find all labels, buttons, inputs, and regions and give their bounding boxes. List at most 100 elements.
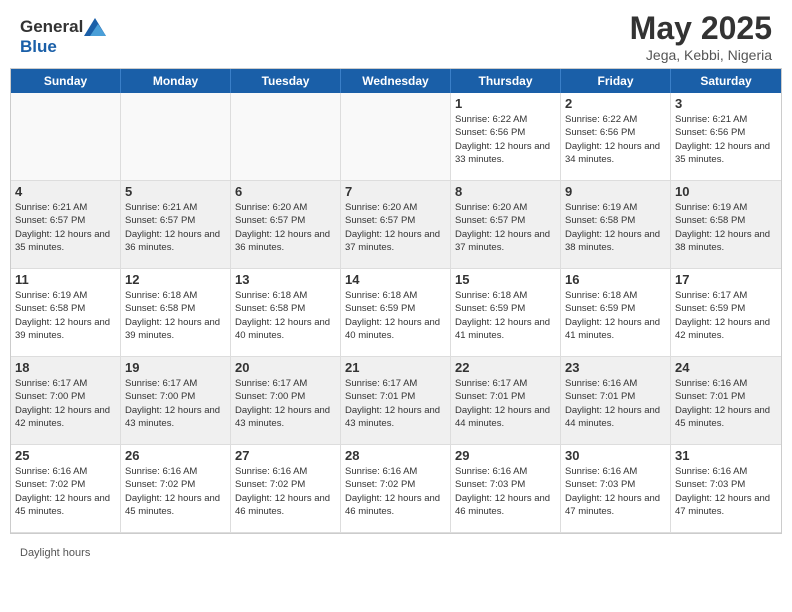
cell-info: Sunrise: 6:18 AM Sunset: 6:58 PM Dayligh… [125,289,226,342]
cell-info: Sunrise: 6:18 AM Sunset: 6:59 PM Dayligh… [565,289,666,342]
cell-info: Sunrise: 6:20 AM Sunset: 6:57 PM Dayligh… [455,201,556,254]
day-header-wednesday: Wednesday [341,69,451,93]
day-number: 20 [235,360,336,375]
day-number: 16 [565,272,666,287]
calendar-cell [11,93,121,181]
cell-info: Sunrise: 6:16 AM Sunset: 7:01 PM Dayligh… [565,377,666,430]
page-header: General Blue May 2025 Jega, Kebbi, Niger… [0,0,792,68]
cell-info: Sunrise: 6:16 AM Sunset: 7:02 PM Dayligh… [345,465,446,518]
calendar-cell: 9Sunrise: 6:19 AM Sunset: 6:58 PM Daylig… [561,181,671,269]
calendar-cell: 6 Sunrise: 6:20 AM Sunset: 6:57 PM Daylig… [231,181,341,269]
title-section: May 2025 Jega, Kebbi, Nigeria [630,10,772,63]
calendar-cell: 4 Sunrise: 6:21 AM Sunset: 6:57 PM Daylig… [11,181,121,269]
logo-text: General Blue [20,17,107,57]
logo-general: General [20,17,83,36]
cell-info: Sunrise: 6:16 AM Sunset: 7:02 PM Dayligh… [235,465,336,518]
calendar-cell: 18 Sunrise: 6:17 AM Sunset: 7:00 PM Dayli… [11,357,121,445]
day-number: 7 [345,184,446,199]
day-number: 24 [675,360,777,375]
calendar-cell: 25Sunrise: 6:16 AM Sunset: 7:02 PM Dayli… [11,445,121,533]
day-number: 21 [345,360,446,375]
cell-info: Sunrise: 6:22 AM Sunset: 6:56 PM Dayligh… [455,113,556,166]
cell-info: Sunrise: 6:16 AM Sunset: 7:02 PM Dayligh… [125,465,226,518]
calendar-cell: 16 Sunrise: 6:18 AM Sunset: 6:59 PM Dayli… [561,269,671,357]
footer: Daylight hours [0,539,792,565]
day-header-thursday: Thursday [451,69,561,93]
calendar-cell: 26 Sunrise: 6:16 AM Sunset: 7:02 PM Dayli… [121,445,231,533]
cell-info: Sunrise: 6:17 AM Sunset: 7:01 PM Dayligh… [345,377,446,430]
day-number: 19 [125,360,226,375]
day-number: 13 [235,272,336,287]
cell-info: Sunrise: 6:17 AM Sunset: 6:59 PM Dayligh… [675,289,777,342]
cell-info: Sunrise: 6:19 AM Sunset: 6:58 PM Dayligh… [565,201,666,254]
day-number: 23 [565,360,666,375]
calendar-cell: 21 Sunrise: 6:17 AM Sunset: 7:01 PM Dayli… [341,357,451,445]
day-number: 15 [455,272,556,287]
logo: General Blue [20,17,107,57]
day-number: 6 [235,184,336,199]
calendar-cell: 20 Sunrise: 6:17 AM Sunset: 7:00 PM Dayli… [231,357,341,445]
day-number: 31 [675,448,777,463]
calendar-cell: 3Sunrise: 6:21 AM Sunset: 6:56 PM Daylig… [671,93,781,181]
day-number: 1 [455,96,556,111]
day-headers: SundayMondayTuesdayWednesdayThursdayFrid… [11,69,781,93]
day-header-friday: Friday [561,69,671,93]
calendar-cell: 8Sunrise: 6:20 AM Sunset: 6:57 PM Daylig… [451,181,561,269]
day-number: 17 [675,272,777,287]
calendar-cell: 12 Sunrise: 6:18 AM Sunset: 6:58 PM Dayli… [121,269,231,357]
day-number: 26 [125,448,226,463]
calendar-cell: 7 Sunrise: 6:20 AM Sunset: 6:57 PM Daylig… [341,181,451,269]
calendar-cell [231,93,341,181]
cell-info: Sunrise: 6:16 AM Sunset: 7:03 PM Dayligh… [565,465,666,518]
calendar-grid: 1 Sunrise: 6:22 AM Sunset: 6:56 PM Daylig… [11,93,781,533]
day-number: 3 [675,96,777,111]
cell-info: Sunrise: 6:17 AM Sunset: 7:00 PM Dayligh… [235,377,336,430]
day-number: 10 [675,184,777,199]
cell-info: Sunrise: 6:16 AM Sunset: 7:03 PM Dayligh… [675,465,777,518]
day-number: 12 [125,272,226,287]
logo-blue: Blue [20,37,57,56]
calendar-cell: 5Sunrise: 6:21 AM Sunset: 6:57 PM Daylig… [121,181,231,269]
month-title: May 2025 [630,10,772,47]
calendar-cell: 31 Sunrise: 6:16 AM Sunset: 7:03 PM Dayli… [671,445,781,533]
day-header-sunday: Sunday [11,69,121,93]
calendar-cell: 27 Sunrise: 6:16 AM Sunset: 7:02 PM Dayli… [231,445,341,533]
day-number: 4 [15,184,116,199]
cell-info: Sunrise: 6:17 AM Sunset: 7:01 PM Dayligh… [455,377,556,430]
calendar-cell: 14Sunrise: 6:18 AM Sunset: 6:59 PM Dayli… [341,269,451,357]
calendar-cell [121,93,231,181]
day-number: 27 [235,448,336,463]
day-number: 14 [345,272,446,287]
calendar-cell: 28 Sunrise: 6:16 AM Sunset: 7:02 PM Dayli… [341,445,451,533]
location: Jega, Kebbi, Nigeria [630,47,772,63]
day-header-monday: Monday [121,69,231,93]
calendar-cell: 13 Sunrise: 6:18 AM Sunset: 6:58 PM Dayli… [231,269,341,357]
footer-text: Daylight hours [20,547,90,559]
day-number: 18 [15,360,116,375]
cell-info: Sunrise: 6:16 AM Sunset: 7:01 PM Dayligh… [675,377,777,430]
calendar-cell: 24 Sunrise: 6:16 AM Sunset: 7:01 PM Dayli… [671,357,781,445]
calendar-cell: 15 Sunrise: 6:18 AM Sunset: 6:59 PM Dayli… [451,269,561,357]
calendar-cell: 17 Sunrise: 6:17 AM Sunset: 6:59 PM Dayli… [671,269,781,357]
calendar-cell: 19Sunrise: 6:17 AM Sunset: 7:00 PM Dayli… [121,357,231,445]
day-number: 28 [345,448,446,463]
day-number: 11 [15,272,116,287]
calendar-cell: 30Sunrise: 6:16 AM Sunset: 7:03 PM Dayli… [561,445,671,533]
cell-info: Sunrise: 6:19 AM Sunset: 6:58 PM Dayligh… [675,201,777,254]
calendar: SundayMondayTuesdayWednesdayThursdayFrid… [10,68,782,534]
calendar-cell [341,93,451,181]
cell-info: Sunrise: 6:17 AM Sunset: 7:00 PM Dayligh… [15,377,116,430]
cell-info: Sunrise: 6:20 AM Sunset: 6:57 PM Dayligh… [235,201,336,254]
day-number: 25 [15,448,116,463]
day-header-saturday: Saturday [671,69,781,93]
calendar-cell: 10 Sunrise: 6:19 AM Sunset: 6:58 PM Dayli… [671,181,781,269]
cell-info: Sunrise: 6:21 AM Sunset: 6:57 PM Dayligh… [15,201,116,254]
cell-info: Sunrise: 6:18 AM Sunset: 6:59 PM Dayligh… [455,289,556,342]
day-number: 29 [455,448,556,463]
calendar-cell: 23 Sunrise: 6:16 AM Sunset: 7:01 PM Dayli… [561,357,671,445]
cell-info: Sunrise: 6:20 AM Sunset: 6:57 PM Dayligh… [345,201,446,254]
cell-info: Sunrise: 6:18 AM Sunset: 6:58 PM Dayligh… [235,289,336,342]
calendar-cell: 29 Sunrise: 6:16 AM Sunset: 7:03 PM Dayli… [451,445,561,533]
calendar-cell: 11Sunrise: 6:19 AM Sunset: 6:58 PM Dayli… [11,269,121,357]
cell-info: Sunrise: 6:16 AM Sunset: 7:03 PM Dayligh… [455,465,556,518]
